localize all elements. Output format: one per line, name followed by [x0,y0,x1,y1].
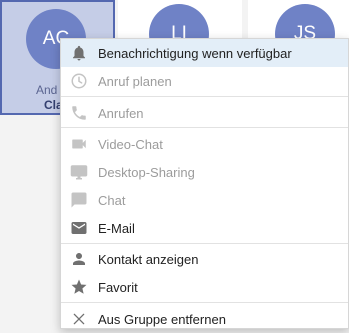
menu-item-schedule-call[interactable]: Anruf planen [61,67,348,95]
phone-icon [69,103,89,123]
menu-item-label: E-Mail [98,220,135,236]
menu-item-label: Anrufen [98,105,144,121]
menu-separator [61,127,348,128]
star-icon [69,277,89,297]
menu-item-label: Benachrichtigung wenn verfügbar [98,45,292,61]
menu-separator [61,96,348,97]
menu-item-call[interactable]: Anrufen [61,99,348,127]
menu-item-chat[interactable]: Chat [61,186,348,214]
menu-item-label: Anruf planen [98,73,172,89]
menu-item-label: Aus Gruppe entfernen [98,311,226,327]
menu-item-label: Chat [98,192,126,208]
menu-item-video-chat[interactable]: Video-Chat [61,130,348,158]
menu-item-favorite[interactable]: Favorit [61,273,348,301]
menu-item-label: Video-Chat [98,136,163,152]
monitor-icon [69,162,89,182]
envelope-icon [69,218,89,238]
clock-icon [69,71,89,91]
menu-item-label: Desktop-Sharing [98,164,195,180]
video-camera-icon [69,134,89,154]
menu-item-label: Favorit [98,279,138,295]
bell-icon [69,43,89,63]
menu-item-show-contact[interactable]: Kontakt anzeigen [61,245,348,273]
chat-bubble-icon [69,190,89,210]
person-icon [69,249,89,269]
menu-separator [61,243,348,244]
close-icon [69,309,89,329]
menu-separator [61,302,348,303]
contact-context-menu: Benachrichtigung wenn verfügbar Anruf pl… [60,38,349,329]
menu-item-notify-when-available[interactable]: Benachrichtigung wenn verfügbar [61,39,348,67]
menu-item-email[interactable]: E-Mail [61,214,348,242]
menu-item-desktop-sharing[interactable]: Desktop-Sharing [61,158,348,186]
menu-item-label: Kontakt anzeigen [98,251,199,267]
contact-first-name: And [36,83,58,97]
